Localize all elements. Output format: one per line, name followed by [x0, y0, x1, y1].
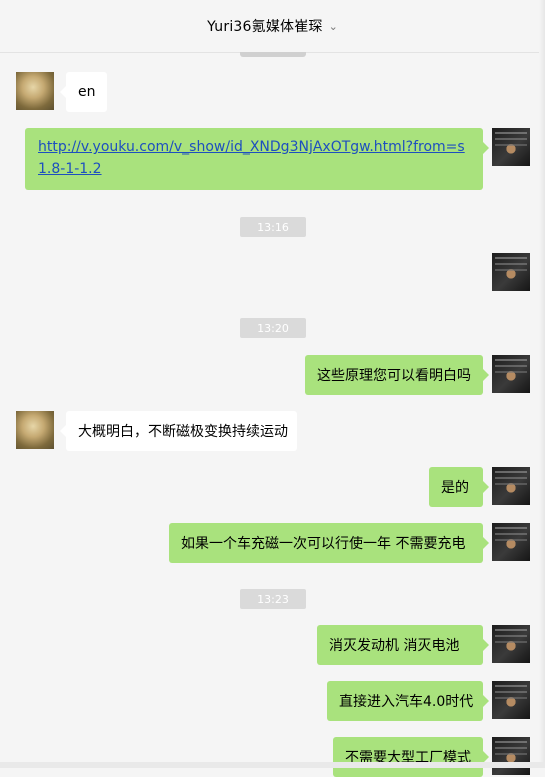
chevron-down-icon[interactable]: ⌄ [329, 20, 338, 33]
message-text: 直接进入汽车4.0时代 [339, 694, 474, 710]
message-bubble-incoming[interactable]: 大概明白，不断磁极变换持续运动 [60, 411, 297, 451]
my-avatar[interactable] [492, 737, 530, 775]
my-avatar[interactable] [492, 253, 530, 291]
my-avatar[interactable] [492, 681, 530, 719]
timestamp: 13:20 [240, 318, 306, 338]
friend-avatar[interactable] [16, 411, 54, 449]
chat-title[interactable]: Yuri36氪媒体崔琛 [207, 16, 322, 36]
timestamp: 13:16 [240, 217, 306, 237]
my-avatar[interactable] [492, 523, 530, 561]
message-text: 如果一个车充磁一次可以行使一年 不需要充电 [181, 536, 466, 552]
message-text: 这些原理您可以看明白吗 [317, 368, 471, 384]
message-bubble-outgoing[interactable]: 这些原理您可以看明白吗 [305, 355, 489, 395]
message-bubble-outgoing[interactable]: 是的 [429, 467, 489, 507]
scroll-grip[interactable] [240, 52, 306, 57]
friend-avatar[interactable] [16, 72, 54, 110]
chat-header: Yuri36氪媒体崔琛 ⌄ [0, 0, 545, 53]
message-bubble-outgoing[interactable]: 消灭发动机 消灭电池 [317, 625, 489, 665]
timestamp: 13:23 [240, 589, 306, 609]
message-bubble-outgoing[interactable]: 不需要大型工厂模式 [333, 737, 489, 777]
my-avatar[interactable] [492, 625, 530, 663]
message-bubble-incoming[interactable]: en [60, 72, 107, 112]
my-avatar[interactable] [492, 467, 530, 505]
my-avatar[interactable] [492, 128, 530, 166]
message-text: 是的 [441, 480, 469, 496]
message-bubble-outgoing[interactable]: 如果一个车充磁一次可以行使一年 不需要充电 [169, 523, 489, 563]
window-edge [539, 0, 545, 768]
message-link[interactable]: http://v.youku.com/v_show/id_XNDg3NjAxOT… [38, 136, 470, 180]
my-avatar[interactable] [492, 355, 530, 393]
message-text: 消灭发动机 消灭电池 [329, 638, 460, 654]
message-bubble-outgoing-link[interactable]: http://v.youku.com/v_show/id_XNDg3NjAxOT… [25, 128, 489, 190]
message-bubble-outgoing[interactable]: 直接进入汽车4.0时代 [327, 681, 489, 721]
window-edge [0, 762, 545, 768]
message-text: 大概明白，不断磁极变换持续运动 [78, 424, 288, 440]
message-text: en [78, 84, 96, 100]
